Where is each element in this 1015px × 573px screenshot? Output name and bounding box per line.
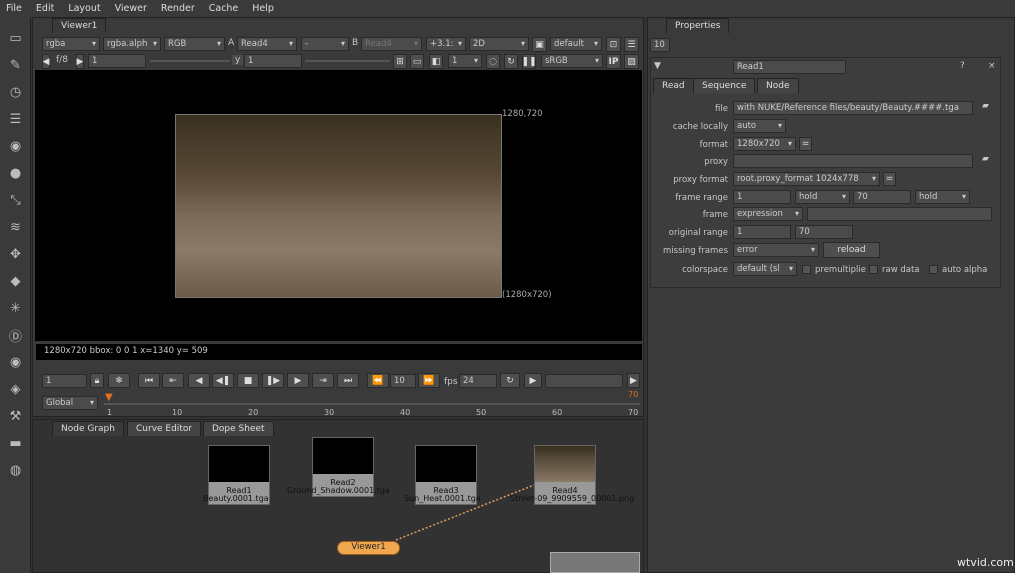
raw-data-checkbox[interactable]: [869, 265, 878, 274]
missing-frames-label: missing frames: [663, 246, 728, 256]
node-file-label: Street-09_9909559_00001.png: [510, 494, 635, 503]
proxy-format-edit-button[interactable]: =: [883, 172, 896, 186]
watermark: wtvid.com: [957, 556, 1014, 569]
premultiplied-label: premultiplie: [815, 265, 867, 275]
auto-alpha-label: auto alpha: [942, 265, 988, 275]
frame-range-start[interactable]: 1: [733, 190, 791, 204]
frame-range-label: frame range: [675, 193, 728, 203]
tab-node[interactable]: Node: [757, 78, 799, 93]
close-icon[interactable]: ×: [988, 61, 996, 71]
tab-properties[interactable]: Properties: [666, 18, 730, 33]
original-range-end[interactable]: 70: [795, 225, 853, 239]
frame-label: frame: [702, 210, 728, 220]
proxy-field[interactable]: [733, 154, 973, 168]
tab-sequence[interactable]: Sequence: [693, 78, 756, 93]
proxy-label: proxy: [704, 157, 728, 167]
frame-expression-field[interactable]: [807, 207, 992, 221]
file-label: file: [715, 104, 728, 114]
help-icon[interactable]: ?: [960, 61, 965, 71]
format-select[interactable]: 1280x720: [733, 137, 796, 151]
colorspace-label: colorspace: [682, 265, 728, 275]
before-select[interactable]: hold: [795, 190, 850, 204]
colorspace-select[interactable]: default (sl: [733, 262, 797, 276]
node-viewer1[interactable]: Viewer1: [337, 541, 400, 555]
raw-data-label: raw data: [882, 265, 920, 275]
cache-select[interactable]: auto: [733, 119, 786, 133]
premultiplied-checkbox[interactable]: [802, 265, 811, 274]
reload-button[interactable]: reload: [823, 242, 880, 258]
node-file-label: Ground_Shadow.0001.tga: [287, 486, 390, 495]
node-file-label: Sun_Heat.0001.tga: [404, 494, 481, 503]
after-select[interactable]: hold: [915, 190, 970, 204]
node-file-label: Beauty.0001.tga: [203, 494, 269, 503]
auto-alpha-checkbox[interactable]: [929, 265, 938, 274]
folder-icon[interactable]: ▰: [982, 154, 989, 164]
format-edit-button[interactable]: =: [799, 137, 812, 151]
format-label: format: [699, 140, 728, 150]
tab-read[interactable]: Read: [653, 78, 694, 93]
missing-frames-select[interactable]: error: [733, 243, 819, 257]
proxy-format-select[interactable]: root.proxy_format 1024x778: [733, 172, 880, 186]
cache-label: cache locally: [672, 122, 728, 132]
node-graph-minimap[interactable]: [550, 552, 640, 573]
file-field[interactable]: with NUKE/Reference files/beauty/Beauty.…: [733, 101, 973, 115]
original-range-start[interactable]: 1: [733, 225, 791, 239]
proxy-format-label: proxy format: [673, 175, 728, 185]
collapse-icon[interactable]: ▼: [654, 61, 661, 71]
folder-icon[interactable]: ▰: [982, 101, 989, 111]
frame-mode-select[interactable]: expression: [733, 207, 803, 221]
max-panels-field[interactable]: 10: [650, 38, 670, 52]
node-name-field[interactable]: Read1: [733, 60, 846, 74]
frame-range-end[interactable]: 70: [853, 190, 911, 204]
original-range-label: original range: [668, 228, 728, 238]
